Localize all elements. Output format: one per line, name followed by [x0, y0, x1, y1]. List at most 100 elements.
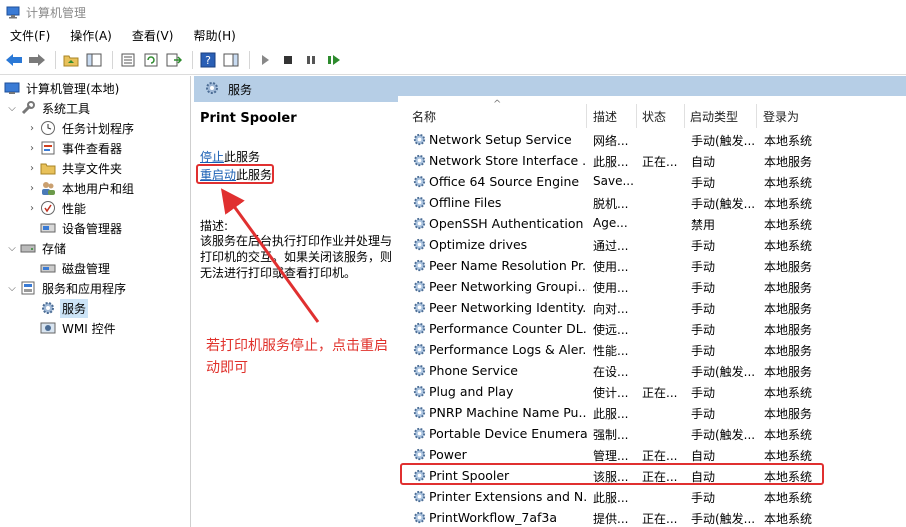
table-row[interactable]: Portable Device Enumera... 强制... 手动(触发... 本…: [404, 423, 906, 444]
chevron-down-icon[interactable]: ⌵: [6, 103, 18, 114]
tools-icon: [20, 100, 36, 116]
column-header-startup-type[interactable]: 启动类型: [690, 108, 738, 126]
table-row[interactable]: Plug and Play 使计... 正在... 手动 本地系统: [404, 381, 906, 402]
stop-service-link[interactable]: 停止: [200, 150, 224, 164]
service-logon-cell: 本地系统: [764, 197, 813, 211]
tree-label: 系统工具: [42, 101, 91, 116]
chevron-right-icon[interactable]: ›: [26, 143, 38, 154]
service-startup-type-cell: 手动: [691, 323, 716, 337]
service-name-cell: Optimize drives: [429, 237, 528, 252]
tree-item-storage[interactable]: ⌵ 存储: [6, 238, 68, 258]
service-name-cell: OpenSSH Authentication ...: [429, 216, 587, 231]
gear-icon: [204, 80, 220, 99]
device-manager-icon: [40, 220, 56, 236]
table-row[interactable]: Peer Networking Groupi... 使用... 手动 本地服务: [404, 276, 906, 297]
service-status-cell: 正在...: [642, 155, 678, 169]
service-description-cell: Save...: [593, 174, 634, 188]
help-icon[interactable]: ?: [198, 50, 218, 70]
table-row[interactable]: Office 64 Source Engine Save... 手动 本地系统: [404, 171, 906, 192]
menu-view[interactable]: 查看(V): [126, 27, 180, 44]
service-startup-type-cell: 手动(触发...: [691, 512, 756, 526]
table-row[interactable]: Network Store Interface ... 此服... 正在... 自动 本…: [404, 150, 906, 171]
disk-icon: [40, 260, 56, 276]
chevron-right-icon[interactable]: ›: [26, 123, 38, 134]
toolbar-divider: [55, 51, 56, 69]
chevron-down-icon[interactable]: ⌵: [6, 243, 18, 254]
table-row[interactable]: PNRP Machine Name Pu... 此服... 手动 本地服务: [404, 402, 906, 423]
gear-icon: [412, 216, 427, 231]
tree-item-local-users[interactable]: › 本地用户和组: [26, 178, 136, 198]
service-name-cell: Offline Files: [429, 195, 502, 210]
pause-service-icon[interactable]: [301, 50, 321, 70]
table-row[interactable]: Phone Service 在设... 手动(触发... 本地服务: [404, 360, 906, 381]
action-pane-icon[interactable]: [221, 50, 241, 70]
tree-item-services-and-apps[interactable]: ⌵ 服务和应用程序: [6, 278, 128, 298]
gear-icon: [412, 489, 427, 504]
column-header-description[interactable]: 描述: [593, 108, 617, 126]
service-description-cell: 使远...: [593, 323, 629, 337]
gear-icon: [412, 300, 427, 315]
tree-item-performance[interactable]: › 性能: [26, 198, 88, 218]
table-row[interactable]: Power 管理... 正在... 自动 本地系统: [404, 444, 906, 465]
table-row[interactable]: Performance Logs & Aler... 性能... 手动 本地服务: [404, 339, 906, 360]
service-description-cell: 脱机...: [593, 197, 629, 211]
tree-item-root[interactable]: 计算机管理(本地): [4, 78, 121, 98]
tree-label: 存储: [42, 241, 67, 256]
tree-item-device-manager[interactable]: 设备管理器: [40, 218, 124, 238]
table-row[interactable]: OpenSSH Authentication ... Age... 禁用 本地系统: [404, 213, 906, 234]
column-header-status[interactable]: 状态: [642, 108, 666, 126]
back-icon[interactable]: [4, 50, 24, 70]
chevron-right-icon[interactable]: ›: [26, 203, 38, 214]
service-description-cell: 提供...: [593, 512, 629, 526]
up-folder-icon[interactable]: [61, 50, 81, 70]
table-row[interactable]: Peer Name Resolution Pr... 使用... 手动 本地服务: [404, 255, 906, 276]
tree-item-services[interactable]: 服务: [40, 298, 89, 318]
show-hide-tree-icon[interactable]: [84, 50, 104, 70]
service-logon-cell: 本地服务: [764, 281, 813, 295]
tree-label: 事件查看器: [62, 141, 123, 156]
menu-file[interactable]: 文件(F): [4, 27, 56, 44]
start-service-icon[interactable]: [255, 50, 275, 70]
menu-help[interactable]: 帮助(H): [187, 27, 241, 44]
tree-item-wmi-control[interactable]: WMI 控件: [40, 318, 118, 338]
chevron-right-icon[interactable]: ›: [26, 183, 38, 194]
tree-item-shared-folders[interactable]: › 共享文件夹: [26, 158, 124, 178]
table-row[interactable]: Network Setup Service 网络... 手动(触发... 本地系统: [404, 129, 906, 150]
table-row[interactable]: Offline Files 脱机... 手动(触发... 本地系统: [404, 192, 906, 213]
tree-item-event-viewer[interactable]: › 事件查看器: [26, 138, 124, 158]
service-description-cell: 强制...: [593, 428, 629, 442]
refresh-icon[interactable]: [141, 50, 161, 70]
menu-action[interactable]: 操作(A): [64, 27, 118, 44]
column-header-log-on-as[interactable]: 登录为: [763, 108, 799, 126]
chevron-right-icon[interactable]: ›: [26, 163, 38, 174]
service-description-cell: 使计...: [593, 386, 629, 400]
gear-icon: [412, 510, 427, 525]
chevron-down-icon[interactable]: ⌵: [6, 283, 18, 294]
forward-icon[interactable]: [27, 50, 47, 70]
tree-label: 磁盘管理: [62, 261, 111, 276]
properties-icon[interactable]: [118, 50, 138, 70]
gear-icon: [412, 153, 427, 168]
service-name-cell: Performance Logs & Aler...: [429, 342, 587, 357]
table-row[interactable]: Printer Extensions and N... 此服... 手动 本地系统: [404, 486, 906, 507]
service-logon-cell: 本地系统: [764, 428, 813, 442]
restart-service-icon[interactable]: [324, 50, 344, 70]
gear-icon: [412, 174, 427, 189]
service-startup-type-cell: 手动: [691, 386, 716, 400]
stop-service-icon[interactable]: [278, 50, 298, 70]
service-description-cell: 向对...: [593, 302, 629, 316]
table-row[interactable]: PrintWorkflow_7af3a 提供... 正在... 手动(触发... 本地系…: [404, 507, 906, 527]
tree-label: 任务计划程序: [62, 121, 135, 136]
table-row[interactable]: Peer Networking Identity... 向对... 手动 本地服务: [404, 297, 906, 318]
tree-item-task-scheduler[interactable]: › 任务计划程序: [26, 118, 136, 138]
service-logon-cell: 本地系统: [764, 176, 813, 190]
column-header-name[interactable]: 名称: [412, 108, 436, 126]
print-spooler-highlight-box: [400, 463, 824, 485]
service-logon-cell: 本地系统: [764, 239, 813, 253]
export-list-icon[interactable]: [164, 50, 184, 70]
tree-item-system-tools[interactable]: ⌵ 系统工具: [6, 98, 92, 118]
gear-icon: [412, 363, 427, 378]
table-row[interactable]: Optimize drives 通过... 手动 本地系统: [404, 234, 906, 255]
table-row[interactable]: Performance Counter DL... 使远... 手动 本地服务: [404, 318, 906, 339]
tree-item-disk-management[interactable]: 磁盘管理: [40, 258, 112, 278]
